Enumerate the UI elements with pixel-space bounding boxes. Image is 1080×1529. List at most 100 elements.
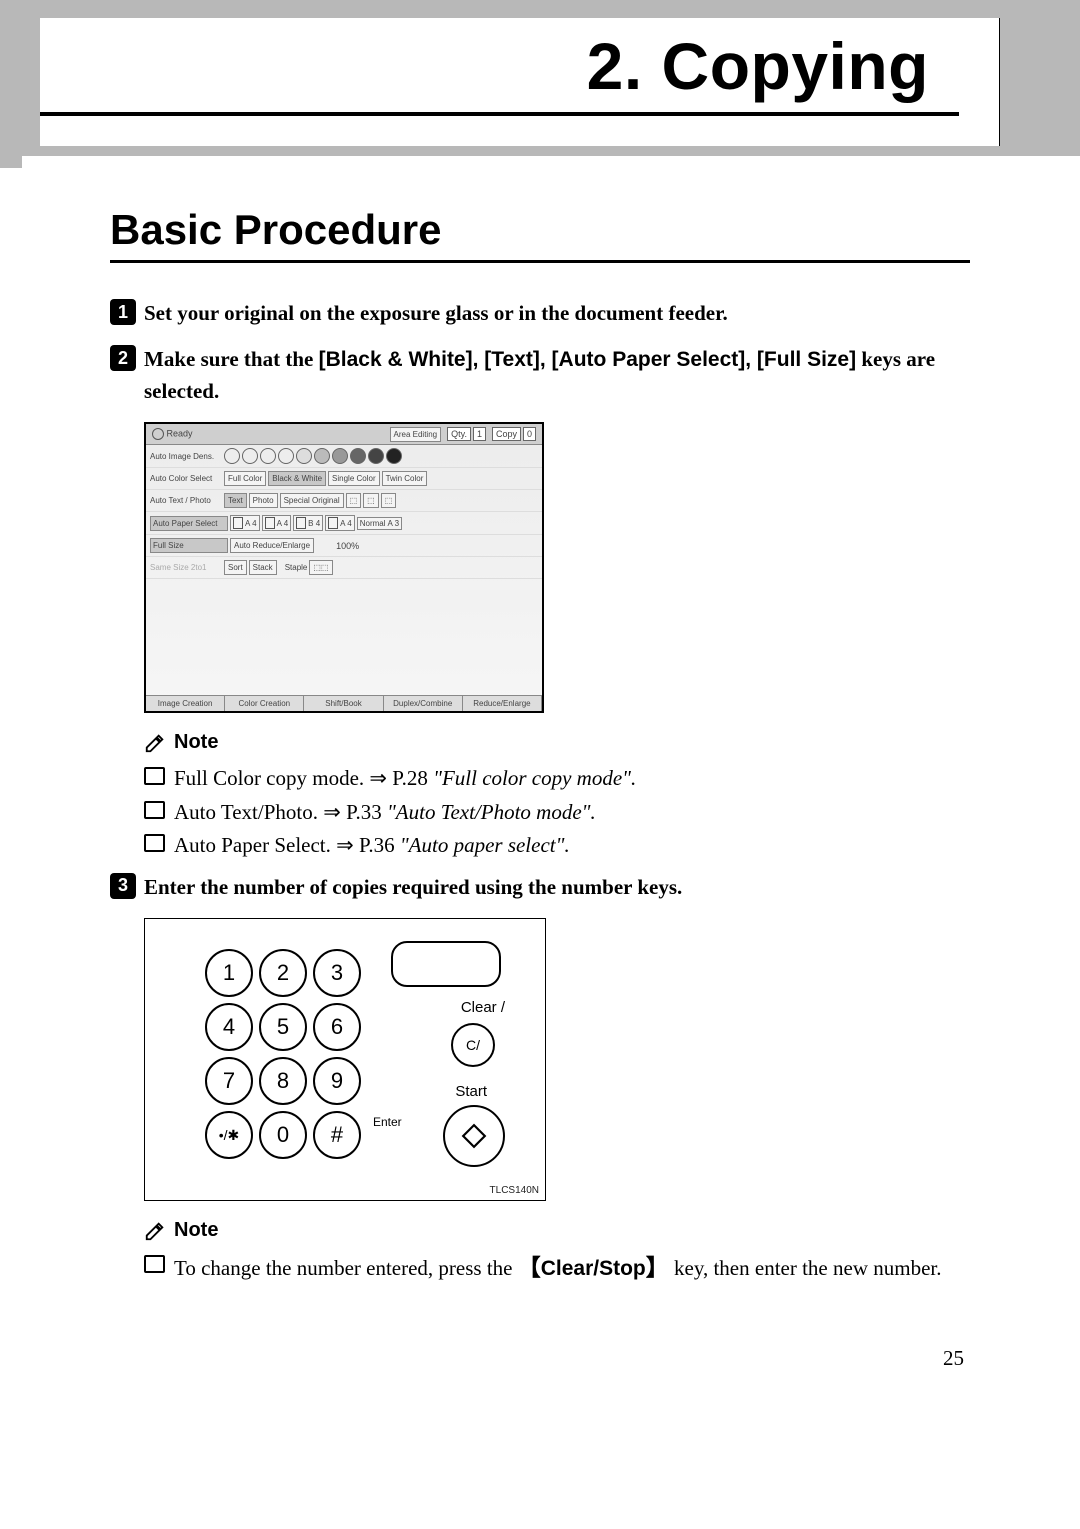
start-diamond-icon (461, 1123, 487, 1149)
key-bracket-close: 】 (646, 1254, 669, 1280)
step-1-text: Set your original on the exposure glass … (144, 298, 970, 328)
note-header: Note (144, 1219, 970, 1242)
arrow-icon: ⇒ (323, 800, 341, 824)
note-page: P.28 (387, 766, 433, 790)
chapter-name: Copying (662, 29, 929, 103)
same-size-label: Same Size 2to1 (150, 563, 222, 572)
note-item: Auto Paper Select. ⇒ P.36 "Auto paper se… (144, 829, 970, 862)
auto-image-density-label: Auto Image Dens. (150, 452, 222, 461)
chapter-title: 2. Copying (40, 28, 959, 116)
ready-label: Ready (167, 429, 193, 439)
pencil-icon (144, 1220, 166, 1242)
step-number-badge: 2 (110, 345, 136, 371)
key-2: 2 (259, 949, 307, 997)
special-original-button: Special Original (280, 493, 344, 508)
tray-a4-button: A 4 (262, 515, 292, 531)
density-dot (332, 448, 348, 464)
key-3: 3 (313, 949, 361, 997)
tray-label: A 4 (340, 519, 352, 528)
single-color-button: Single Color (328, 471, 380, 486)
note-header: Note (144, 731, 970, 754)
enter-label: Enter (373, 1115, 402, 1129)
qty-label: Qty. (447, 427, 471, 441)
density-dot (350, 448, 366, 464)
density-dot (224, 448, 240, 464)
note-block-1: Note Full Color copy mode. ⇒ P.28 "Full … (144, 731, 970, 862)
sort-button: Sort (224, 560, 247, 575)
orientation-icon: ⬚ (346, 493, 362, 508)
density-dot (368, 448, 384, 464)
display-rectangle (391, 941, 501, 987)
note-reference: "Full color copy mode". (433, 766, 636, 790)
note-text: Full Color copy mode. (174, 766, 369, 790)
start-key (443, 1105, 505, 1167)
density-row: Auto Image Dens. (146, 445, 542, 468)
full-size-button: Full Size (150, 538, 228, 553)
note-block-2: Note To change the number entered, press… (144, 1219, 970, 1286)
note2-prefix: To change the number entered, press the (174, 1256, 518, 1280)
image-creation-tab: Image Creation (146, 695, 225, 711)
step-1: 1 Set your original on the exposure glas… (110, 298, 970, 328)
black-white-button: Black & White (268, 471, 326, 486)
steps-list: 1 Set your original on the exposure glas… (110, 298, 970, 1286)
orientation-icon: ⬚ (381, 493, 397, 508)
step-2: 2 Make sure that the [Black & White], [T… (110, 344, 970, 406)
auto-paper-select-button: Auto Paper Select (150, 516, 228, 531)
box-bullet-icon (144, 767, 165, 785)
pencil-icon (144, 732, 166, 754)
note-reference: "Auto paper select". (400, 833, 570, 857)
twin-color-button: Twin Color (382, 471, 428, 486)
box-bullet-icon (144, 834, 165, 852)
step-2-text: Make sure that the [Black & White], [Tex… (144, 344, 970, 406)
orientation-icon: ⬚ (363, 493, 379, 508)
note-item: Full Color copy mode. ⇒ P.28 "Full color… (144, 762, 970, 795)
zoom-ratio: 100% (336, 541, 359, 551)
auto-text-photo-label: Auto Text / Photo (150, 496, 222, 505)
key-hash: # (313, 1111, 361, 1159)
box-bullet-icon (144, 801, 165, 819)
density-dot (242, 448, 258, 464)
size-row: Full Size Auto Reduce/Enlarge 100% (146, 535, 542, 557)
clear-stop-key-label: Clear/Stop (541, 1257, 646, 1280)
page-number: 25 (110, 1346, 970, 1371)
tray-label: A 4 (245, 519, 257, 528)
copy-counter: Copy 0 (492, 427, 536, 441)
ready-indicator: Ready (152, 428, 193, 440)
step-3: 3 Enter the number of copies required us… (110, 872, 970, 902)
area-editing-button: Area Editing (390, 427, 442, 442)
key-bracket-open: 【 (518, 1254, 541, 1280)
qty-value: 1 (473, 427, 486, 441)
clear-label: Clear / (461, 999, 505, 1016)
key-6: 6 (313, 1003, 361, 1051)
color-creation-tab: Color Creation (225, 695, 304, 711)
key-9: 9 (313, 1057, 361, 1105)
panel-header-row: Ready Area Editing Qty. 1 Copy 0 (146, 424, 542, 445)
density-dot (314, 448, 330, 464)
chapter-number: 2. (587, 29, 643, 103)
key-7: 7 (205, 1057, 253, 1105)
color-mode-row: Auto Color Select Full Color Black & Whi… (146, 468, 542, 490)
tray-label: B 4 (308, 519, 320, 528)
stack-button: Stack (249, 560, 277, 575)
box-bullet-icon (144, 1255, 165, 1273)
step-2-keys: [Black & White], [Text], [Auto Paper Sel… (319, 348, 857, 371)
note2-suffix: key, then enter the new number. (669, 1256, 942, 1280)
control-panel-screenshot: Ready Area Editing Qty. 1 Copy 0 Auto Im… (144, 422, 544, 713)
density-dot (278, 448, 294, 464)
arrow-icon: ⇒ (369, 766, 387, 790)
tray-label: A 4 (277, 519, 289, 528)
step-2-prefix: Make sure that the (144, 347, 319, 371)
paper-select-row: Auto Paper Select A 4 A 4 B 4 A 4 Normal… (146, 512, 542, 535)
tray-b4-button: B 4 (293, 515, 323, 531)
key-1: 1 (205, 949, 253, 997)
chapter-header: 2. Copying (0, 18, 1080, 156)
page-content: Basic Procedure 1 Set your original on t… (110, 156, 970, 1411)
key-5: 5 (259, 1003, 307, 1051)
note-text: Auto Text/Photo. (174, 800, 323, 824)
note-reference: "Auto Text/Photo mode". (387, 800, 596, 824)
key-star: •/✱ (205, 1111, 253, 1159)
key-4: 4 (205, 1003, 253, 1051)
note-page: P.36 (354, 833, 400, 857)
panel-bottom-tabs: Image Creation Color Creation Shift/Book… (146, 695, 542, 711)
image-code: TLCS140N (490, 1185, 539, 1196)
